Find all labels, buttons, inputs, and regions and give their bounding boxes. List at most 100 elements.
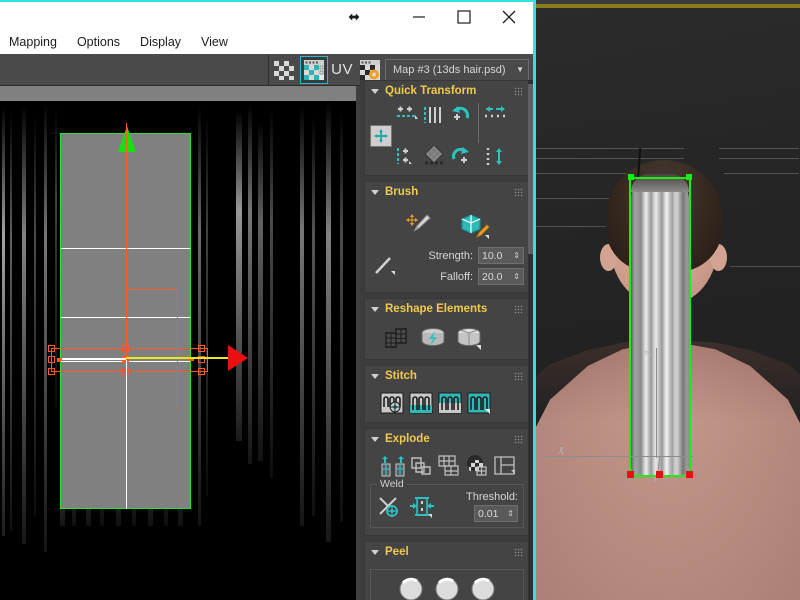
align-vertical-icon[interactable] [421, 103, 447, 127]
selected-vertex[interactable] [686, 471, 693, 478]
gizmo-pivot-dot[interactable] [57, 358, 61, 362]
spinner-arrows-icon[interactable]: ⇕ [507, 509, 514, 518]
title-bar[interactable] [0, 0, 533, 29]
helper-line [534, 158, 684, 159]
quick-peel-icon[interactable] [417, 324, 449, 352]
selected-vertex[interactable] [656, 471, 663, 478]
chevron-down-icon[interactable] [371, 306, 379, 312]
align-v-plus-icon[interactable] [394, 144, 420, 168]
uv-canvas[interactable] [0, 86, 356, 600]
scale-diamond-icon[interactable] [421, 144, 447, 168]
corner-vertex[interactable] [628, 174, 634, 180]
stitch-custom-icon[interactable] [379, 391, 405, 415]
panel-scrollbar-thumb[interactable] [528, 84, 533, 254]
chevron-down-icon[interactable] [371, 88, 379, 94]
target-weld-icon[interactable] [376, 494, 404, 520]
grip-handle-icon[interactable] [514, 87, 523, 96]
by-element-icon[interactable] [492, 454, 518, 478]
uv-checker-map-icon[interactable] [300, 55, 329, 84]
gizmo-handle-ml[interactable] [48, 356, 55, 363]
break-apart-icon[interactable] [380, 454, 406, 478]
rollout-header-brush[interactable]: Brush [365, 182, 529, 202]
close-button[interactable] [486, 2, 532, 31]
grip-handle-icon[interactable] [514, 372, 523, 381]
texture-strand [300, 106, 304, 526]
by-smoothing-icon[interactable] [464, 454, 490, 478]
space-vertical-icon[interactable] [483, 144, 509, 168]
rollout-header-peel[interactable]: Peel [365, 542, 529, 562]
texture-strand [340, 112, 343, 522]
maximize-button[interactable] [441, 2, 487, 31]
chevron-down-icon[interactable] [371, 436, 379, 442]
gizmo-x-axis[interactable] [126, 357, 228, 359]
threshold-field[interactable]: 0.01 ⇕ [474, 505, 518, 522]
weld-selected-icon[interactable] [408, 494, 436, 520]
falloff-field[interactable]: 20.0 ⇕ [478, 268, 524, 285]
rollout-header-explode[interactable]: Explode [365, 429, 529, 449]
flatten-cylinder-icon[interactable] [453, 324, 485, 352]
menu-item-mapping[interactable]: Mapping [9, 35, 57, 49]
peel-mode-icon[interactable] [396, 574, 426, 600]
by-material-icon[interactable] [436, 454, 462, 478]
menu-bar[interactable]: Mapping Options Display View [0, 29, 533, 54]
quick-peel-sphere-icon[interactable] [468, 574, 498, 600]
map-selector-dropdown[interactable]: Map #3 (13ds hair.psd) ▼ [385, 58, 529, 81]
spinner-arrows-icon[interactable]: ⇕ [513, 251, 520, 260]
rollout-header-quick-transform[interactable]: Quick Transform [365, 81, 529, 101]
gizmo-handle-bl[interactable] [48, 368, 55, 375]
rotate-ccw-icon[interactable] [448, 103, 474, 127]
grip-handle-icon[interactable] [514, 435, 523, 444]
gizmo-handle-tl[interactable] [48, 345, 55, 352]
chevron-down-icon[interactable] [371, 549, 379, 555]
threshold-label: Threshold: [466, 491, 518, 503]
space-horizontal-icon[interactable] [483, 103, 509, 127]
chevron-down-icon[interactable] [371, 373, 379, 379]
rollout-brush: Brush Strength: 10.0 ⇕ Falloff: 20.0 ⇕ [364, 181, 530, 293]
gizmo-v-arrow[interactable] [118, 126, 136, 152]
chevron-down-icon[interactable] [371, 189, 379, 195]
paint-move-brush-icon[interactable] [402, 211, 436, 243]
texture-strand [312, 116, 315, 516]
by-angle-icon[interactable] [408, 454, 434, 478]
rollout-header-stitch[interactable]: Stitch [365, 366, 529, 386]
selection-bounding-box[interactable] [51, 348, 208, 372]
brush-options-icon[interactable] [370, 254, 400, 278]
rotate-cw-icon[interactable] [448, 144, 474, 168]
selected-vertex[interactable] [627, 471, 634, 478]
helper-line [724, 173, 799, 174]
menu-item-display[interactable]: Display [140, 35, 181, 49]
stitch-selected-icon[interactable] [408, 391, 434, 415]
texture-strand [198, 106, 201, 526]
brush-body: Strength: 10.0 ⇕ Falloff: 20.0 ⇕ [365, 202, 529, 292]
grip-handle-icon[interactable] [514, 188, 523, 197]
uv-editor-window: Mapping Options Display View UV Map #3 (… [0, 0, 536, 600]
strength-field[interactable]: 10.0 ⇕ [478, 247, 524, 264]
gizmo-x-arrow[interactable] [228, 345, 248, 371]
minimize-button[interactable] [396, 2, 442, 31]
viewport-scene[interactable]: X Z Y [534, 8, 800, 600]
stitch-target-icon[interactable] [466, 391, 492, 415]
menu-item-options[interactable]: Options [77, 35, 120, 49]
uv-label: UV [331, 61, 353, 78]
spinner-arrows-icon[interactable]: ⇕ [513, 272, 520, 281]
pelt-map-icon[interactable] [432, 574, 462, 600]
grip-handle-icon[interactable] [514, 305, 523, 314]
move-selection-icon[interactable] [370, 124, 392, 147]
grip-handle-icon[interactable] [514, 548, 523, 557]
checker-pattern-icon[interactable] [270, 56, 298, 84]
3d-viewport[interactable]: X Z Y [534, 0, 800, 600]
gizmo-handle-tc[interactable] [122, 345, 129, 352]
horizontal-resize-icon[interactable] [345, 8, 363, 26]
gizmo-handle-tr[interactable] [198, 345, 205, 352]
menu-item-view[interactable]: View [201, 35, 228, 49]
unfold-strip-icon[interactable] [381, 324, 413, 352]
corner-vertex[interactable] [686, 174, 692, 180]
gizmo-handle-br[interactable] [198, 368, 205, 375]
chevron-down-icon[interactable]: ▼ [516, 65, 524, 74]
axis-label-x: X [558, 446, 565, 457]
align-horizontal-icon[interactable] [394, 103, 420, 127]
rollout-header-reshape-elements[interactable]: Reshape Elements [365, 299, 529, 319]
command-panel[interactable]: Quick Transform Brush Strength: 10.0 ⇕ F… [360, 80, 533, 600]
stitch-source-icon[interactable] [437, 391, 463, 415]
relax-brush-icon[interactable] [458, 211, 492, 243]
